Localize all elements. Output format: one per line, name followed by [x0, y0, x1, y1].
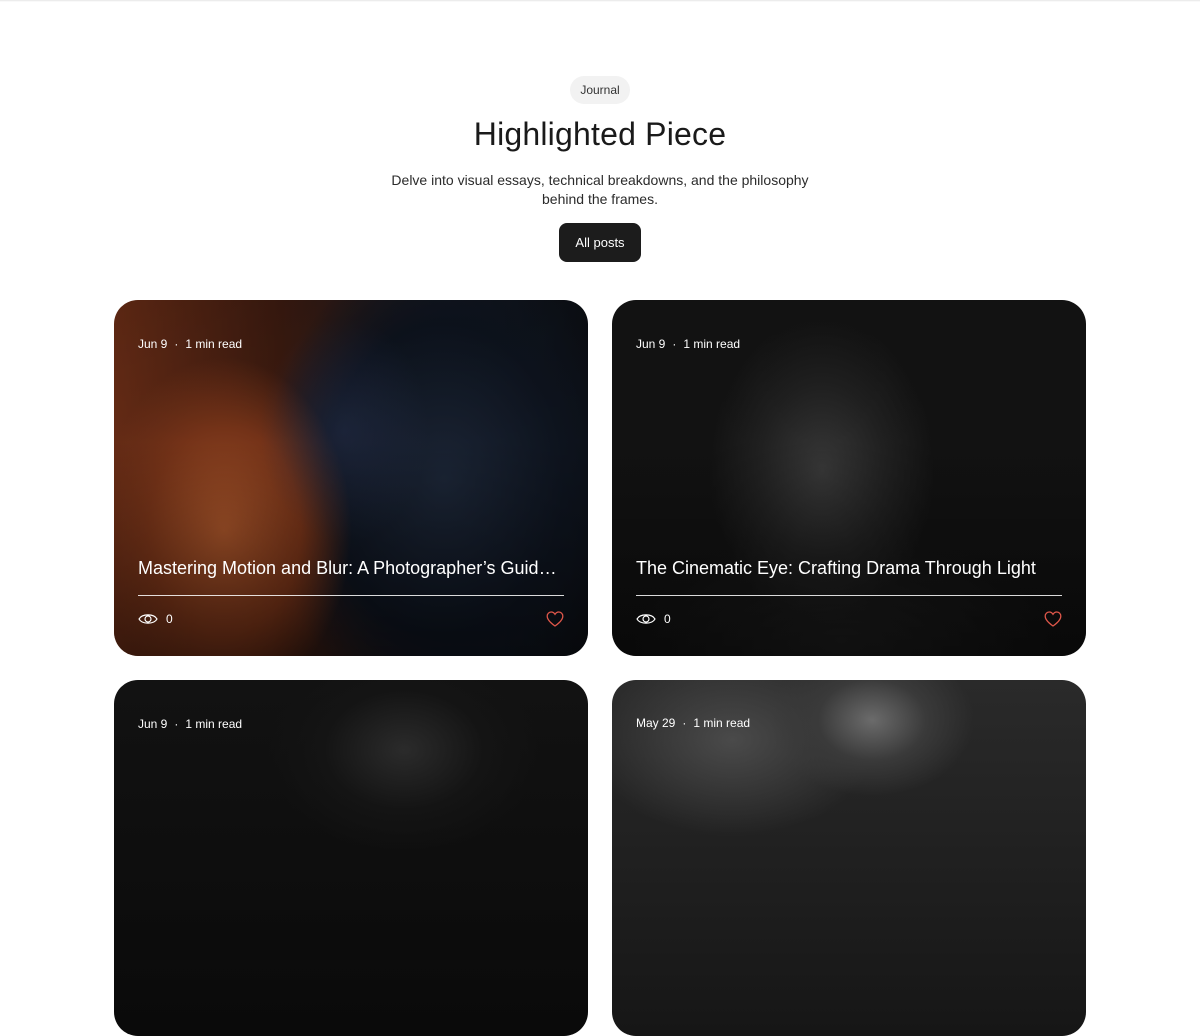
post-card-4[interactable]: May 29 · 1 min read	[612, 680, 1086, 1036]
separator-dot: ·	[174, 717, 179, 731]
all-posts-button[interactable]: All posts	[559, 223, 641, 262]
post-date: May 29	[636, 716, 676, 730]
post-title[interactable]: Mastering Motion and Blur: A Photographe…	[138, 558, 564, 579]
post-card-3[interactable]: Jun 9 · 1 min read	[114, 680, 588, 1036]
views-count: 0	[166, 612, 173, 626]
post-read-time: 1 min read	[683, 337, 741, 351]
card-divider	[138, 595, 564, 596]
post-meta: Jun 9 · 1 min read	[636, 337, 740, 351]
post-cover-image	[114, 680, 588, 1036]
post-meta: Jun 9 · 1 min read	[138, 717, 242, 731]
post-views: 0	[636, 610, 671, 628]
card-divider	[636, 595, 1062, 596]
heart-icon[interactable]	[1044, 611, 1062, 627]
eye-icon	[138, 614, 158, 624]
post-cover-image	[612, 680, 1086, 1036]
post-read-time: 1 min read	[693, 716, 751, 730]
post-read-time: 1 min read	[185, 337, 243, 351]
post-meta: May 29 · 1 min read	[636, 716, 750, 730]
post-title[interactable]: The Cinematic Eye: Crafting Drama Throug…	[636, 558, 1062, 579]
top-bar-edge	[0, 0, 1200, 2]
post-meta: Jun 9 · 1 min read	[138, 337, 242, 351]
post-card-cinematic-eye[interactable]: Jun 9 · 1 min read The Cinematic Eye: Craf…	[612, 300, 1086, 656]
post-views: 0	[138, 610, 173, 628]
views-count: 0	[664, 612, 671, 626]
eye-icon	[636, 614, 656, 624]
page-title: Highlighted Piece	[473, 116, 727, 152]
post-read-time: 1 min read	[185, 717, 243, 731]
post-date: Jun 9	[636, 337, 666, 351]
heart-icon[interactable]	[546, 611, 564, 627]
page-subtitle: Delve into visual essays, technical brea…	[391, 172, 809, 207]
post-card-motion-blur[interactable]: Jun 9 · 1 min read Mastering Motion and Bl…	[114, 300, 588, 656]
post-date: Jun 9	[138, 717, 168, 731]
separator-dot: ·	[682, 716, 687, 730]
separator-dot: ·	[174, 337, 179, 351]
category-chip[interactable]: Journal	[570, 76, 630, 104]
separator-dot: ·	[672, 337, 677, 351]
post-date: Jun 9	[138, 337, 168, 351]
